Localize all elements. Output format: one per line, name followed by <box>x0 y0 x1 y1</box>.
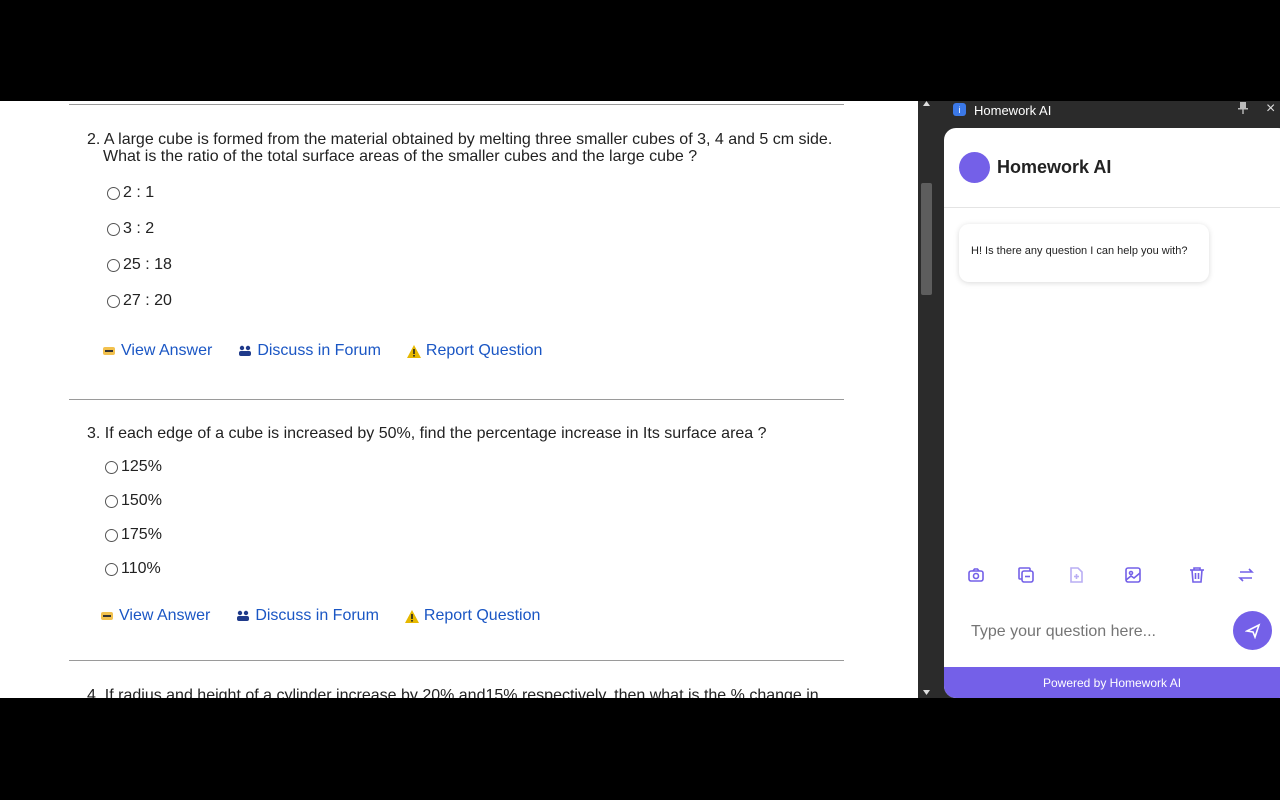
option-label: 2 : 1 <box>123 184 155 201</box>
radio-button[interactable] <box>105 494 118 508</box>
chat-header: Homework AI <box>944 128 1280 208</box>
warning-icon <box>406 344 421 358</box>
report-label: Report Question <box>425 342 543 359</box>
image-icon[interactable] <box>1122 564 1144 586</box>
divider <box>69 399 844 400</box>
answer-icon <box>102 344 116 358</box>
question-2-actions: View Answer Discuss in Forum Report Ques… <box>102 342 568 360</box>
radio-button[interactable] <box>107 258 120 272</box>
question-3-text: 3. If each edge of a cube is increased b… <box>87 425 767 442</box>
option-radio[interactable]: 25 : 18 <box>107 256 172 274</box>
chat-toolbar <box>944 564 1280 586</box>
option-label: 27 : 20 <box>123 292 172 309</box>
option-label: 25 : 18 <box>123 256 172 273</box>
radio-button[interactable] <box>105 528 118 542</box>
question-number: 3. <box>87 425 101 442</box>
browser-viewport: 2. A large cube is formed from the mater… <box>0 101 1280 698</box>
scroll-thumb[interactable] <box>921 183 932 295</box>
option-radio[interactable]: 175% <box>105 526 162 544</box>
side-panel-title: Homework AI <box>974 103 1052 118</box>
copy-icon[interactable] <box>1015 564 1037 586</box>
answer-icon <box>100 609 114 623</box>
question-line: If radius and height of a cylinder incre… <box>104 687 819 698</box>
question-number: 4. <box>87 687 101 698</box>
question-line: A large cube is formed from the material… <box>103 131 833 148</box>
chat-card: Homework AI H! Is there any question I c… <box>944 128 1280 698</box>
view-answer-link[interactable]: View Answer <box>102 342 212 360</box>
radio-button[interactable] <box>107 222 120 236</box>
radio-button[interactable] <box>107 186 120 200</box>
trash-icon[interactable] <box>1186 564 1208 586</box>
side-panel-header: i Homework AI × <box>935 101 1280 121</box>
warning-icon <box>404 609 419 623</box>
option-label: 3 : 2 <box>123 220 155 237</box>
camera-icon[interactable] <box>965 564 987 586</box>
scroll-down-arrow-icon[interactable] <box>918 690 935 698</box>
question-input[interactable] <box>971 621 1221 643</box>
option-radio[interactable]: 110% <box>105 560 161 578</box>
option-radio[interactable]: 125% <box>105 458 162 476</box>
chat-title: Homework AI <box>997 157 1112 177</box>
divider <box>69 104 844 105</box>
add-file-icon[interactable] <box>1065 564 1087 586</box>
scroll-up-arrow-icon[interactable] <box>918 101 935 109</box>
option-radio[interactable]: 2 : 1 <box>107 184 154 202</box>
report-question-link[interactable]: Report Question <box>404 607 541 625</box>
question-line: If each edge of a cube is increased by 5… <box>104 425 767 442</box>
option-label: 150% <box>121 492 162 509</box>
discuss-label: Discuss in Forum <box>257 342 381 359</box>
homework-ai-side-panel: i Homework AI × Homework AI H! Is there … <box>935 101 1280 698</box>
discuss-forum-link[interactable]: Discuss in Forum <box>238 342 381 360</box>
forum-icon <box>236 609 250 623</box>
send-button[interactable] <box>1233 611 1272 650</box>
question-number: 2. <box>87 131 101 148</box>
swap-icon[interactable] <box>1235 564 1257 586</box>
view-answer-link[interactable]: View Answer <box>100 607 210 625</box>
radio-button[interactable] <box>105 460 118 474</box>
quiz-content: 2. A large cube is formed from the mater… <box>0 101 918 698</box>
send-icon <box>1244 622 1260 639</box>
view-answer-label: View Answer <box>119 607 211 624</box>
question-2-line-2: What is the ratio of the total surface a… <box>103 148 698 165</box>
assistant-message-text: H! Is there any question I can help you … <box>971 245 1188 257</box>
option-radio[interactable]: 3 : 2 <box>107 220 154 238</box>
option-label: 125% <box>121 458 162 475</box>
option-label: 110% <box>121 560 161 577</box>
discuss-label: Discuss in Forum <box>255 607 379 624</box>
question-4-text: 4. If radius and height of a cylinder in… <box>87 687 819 698</box>
close-icon[interactable]: × <box>1266 101 1275 118</box>
powered-by-footer: Powered by Homework AI <box>944 667 1280 698</box>
option-label: 175% <box>121 526 162 543</box>
pin-icon[interactable] <box>1238 102 1248 117</box>
discuss-forum-link[interactable]: Discuss in Forum <box>236 607 379 625</box>
app-logo-icon: i <box>953 103 966 116</box>
question-3-actions: View Answer Discuss in Forum Report Ques… <box>100 607 566 625</box>
report-label: Report Question <box>423 607 541 624</box>
option-radio[interactable]: 27 : 20 <box>107 292 172 310</box>
forum-icon <box>238 344 252 358</box>
report-question-link[interactable]: Report Question <box>406 342 543 360</box>
question-2-text: 2. A large cube is formed from the mater… <box>87 131 832 148</box>
divider <box>69 660 844 661</box>
assistant-message-bubble: H! Is there any question I can help you … <box>959 224 1209 282</box>
radio-button[interactable] <box>107 294 120 308</box>
option-radio[interactable]: 150% <box>105 492 162 510</box>
page-scrollbar[interactable] <box>918 101 935 698</box>
avatar <box>959 152 990 183</box>
radio-button[interactable] <box>105 562 118 576</box>
view-answer-label: View Answer <box>121 342 213 359</box>
